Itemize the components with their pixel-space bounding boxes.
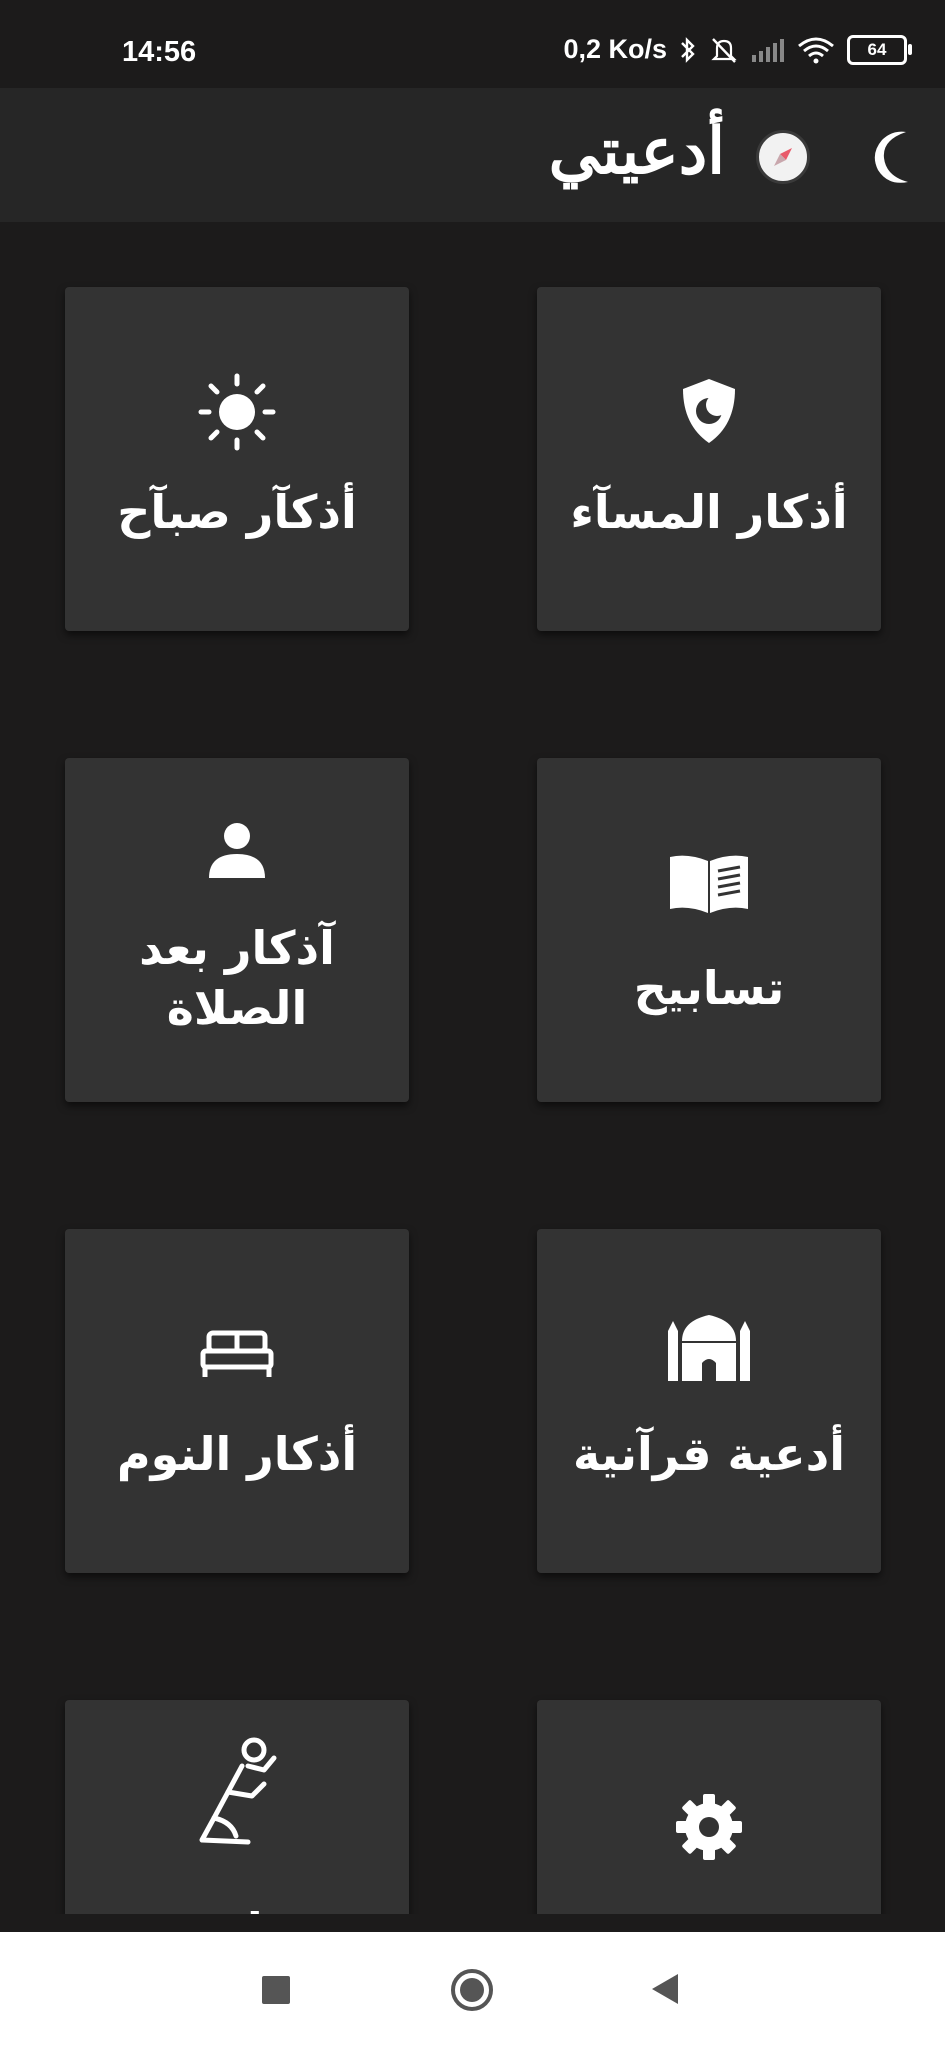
menu-card-morning-adhkar[interactable]: أذكآر صبآح [65,287,409,631]
menu-card-label: آذكار بعد الصلاة [139,921,335,1035]
menu-card-after-prayer-adhkar[interactable]: آذكار بعد الصلاة [65,758,409,1102]
person-icon [209,823,265,878]
menu-card-label: الإعدادات [547,1905,871,1914]
gear-icon [676,1794,742,1860]
menu-card-label: صلاتي [75,1900,399,1914]
menu-card-label: تسابيح [633,961,785,1015]
menu-card-tasabih[interactable]: تسابيح [537,758,881,1102]
status-bar: 14:56 0,2 Ko/s 64 [0,0,945,88]
signal-icon [752,38,784,62]
menu-card-quranic-duas[interactable]: أدعية قرآنية [537,1229,881,1573]
night-mode-button[interactable] [872,128,918,186]
menu-card-label: أذكآر صبآح [117,485,357,539]
menu-card-label: أدعية قرآنية [573,1427,845,1481]
recents-square-icon[interactable] [262,1976,290,2004]
system-nav-bar [0,1932,945,2048]
menu-card-sleep-adhkar[interactable]: أذكار النوم [65,1229,409,1573]
app-title: أدعيتي [548,114,725,189]
app-header: أدعيتي [0,88,945,222]
compass-icon [774,148,792,166]
praying-person-icon [199,1737,277,1845]
bluetooth-icon [681,36,695,63]
moon-icon [874,131,908,183]
home-circle-icon[interactable] [451,1969,493,2011]
compass-button[interactable] [756,130,810,184]
wifi-icon [798,37,834,63]
network-speed: 0,2 Ko/s [563,34,667,64]
mosque-icon [668,1315,750,1381]
sun-icon [198,373,276,451]
status-icons: 0,2 Ko/s 64 [563,34,912,65]
status-time: 14:56 [122,36,197,68]
menu-card-evening-adhkar[interactable]: أذكار المسآء [537,287,881,631]
battery-icon: 64 [847,34,912,65]
back-triangle-icon[interactable] [650,1972,680,2006]
shield-moon-icon [683,379,735,443]
menu-card-label: أذكار المسآء [570,485,848,539]
menu-grid: أذكار المسآء أذكآر صبآح تسابيح آذكار بعد… [0,222,945,1914]
menu-card-my-prayer[interactable]: صلاتي [65,1700,409,1914]
open-book-icon [670,855,748,913]
menu-card-settings[interactable]: الإعدادات [537,1700,881,1914]
bed-icon [200,1330,274,1377]
muted-bell-icon [711,37,737,63]
menu-card-label: أذكار النوم [116,1427,358,1481]
